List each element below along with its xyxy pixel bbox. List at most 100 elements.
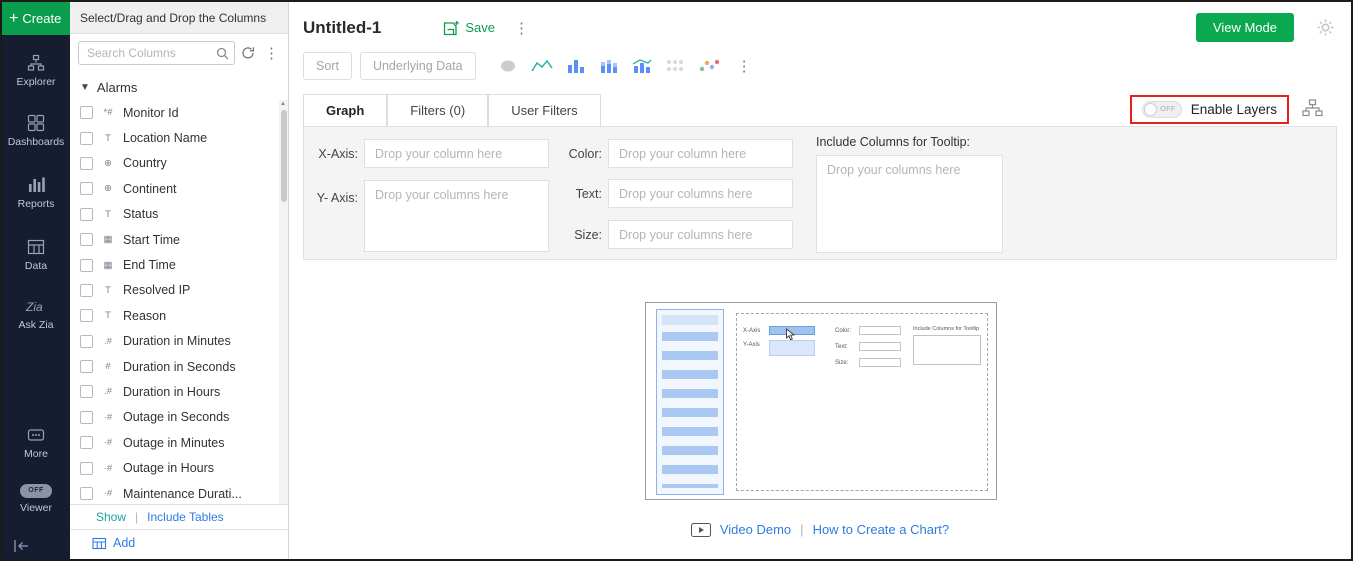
dashboards-icon xyxy=(27,114,45,132)
y-axis-dropzone[interactable] xyxy=(364,180,549,252)
column-row[interactable]: ·#Maintenance Durati... xyxy=(80,481,288,504)
column-type-icon: T xyxy=(100,310,116,321)
scrollbar-thumb[interactable] xyxy=(281,110,287,202)
refresh-icon[interactable] xyxy=(241,46,255,60)
column-type-icon: ·# xyxy=(100,463,116,474)
size-dropzone[interactable] xyxy=(608,220,793,249)
column-checkbox[interactable] xyxy=(80,284,93,297)
mini-tooltip-label: Include Columns for Tooltip xyxy=(913,326,979,332)
column-checkbox[interactable] xyxy=(80,360,93,373)
sidebar-item-dashboards[interactable]: Dashboards xyxy=(2,114,70,148)
chart-toolbar: Sort Underlying Data ⋮ xyxy=(289,44,1351,86)
bubble-grid-icon[interactable] xyxy=(665,58,685,74)
video-demo-link[interactable]: Video Demo xyxy=(720,522,791,537)
column-row[interactable]: ⊕Continent xyxy=(80,176,288,201)
line-chart-icon[interactable] xyxy=(531,58,553,74)
how-to-create-chart-link[interactable]: How to Create a Chart? xyxy=(813,522,950,537)
column-checkbox[interactable] xyxy=(80,132,93,145)
include-tables-link[interactable]: Include Tables xyxy=(147,510,224,524)
column-row[interactable]: ·#Outage in Minutes xyxy=(80,430,288,455)
column-list: *#Monitor Id TLocation Name ⊕Country ⊕Co… xyxy=(70,100,288,504)
more-icon xyxy=(27,426,45,444)
collapse-sidebar-icon[interactable] xyxy=(12,538,30,559)
bar-chart-icon[interactable] xyxy=(566,58,586,74)
column-checkbox[interactable] xyxy=(80,411,93,424)
enable-layers-highlight: OFF Enable Layers xyxy=(1130,95,1289,124)
column-list-scrollbar[interactable]: ▲ xyxy=(279,100,288,504)
scroll-up-icon[interactable]: ▲ xyxy=(280,101,286,107)
add-link[interactable]: Add xyxy=(113,536,135,550)
hierarchy-view-icon[interactable] xyxy=(1302,99,1323,122)
column-checkbox[interactable] xyxy=(80,106,93,119)
color-dropzone[interactable] xyxy=(608,139,793,168)
column-row[interactable]: ▦Start Time xyxy=(80,227,288,252)
column-row[interactable]: ·#Outage in Seconds xyxy=(80,405,288,430)
column-row[interactable]: .#Duration in Hours xyxy=(80,379,288,404)
save-button[interactable]: Save xyxy=(443,20,495,36)
column-checkbox[interactable] xyxy=(80,182,93,195)
tooltip-dropzone[interactable] xyxy=(816,155,1003,253)
toggle-state-label: OFF xyxy=(1160,106,1176,113)
view-mode-button[interactable]: View Mode xyxy=(1196,13,1294,42)
chart-builder-illustration: X-Axis Y-Axis Color: Text: Size: Include… xyxy=(645,302,997,500)
column-checkbox[interactable] xyxy=(80,309,93,322)
x-axis-dropzone[interactable] xyxy=(364,139,549,168)
column-row[interactable]: ▦End Time xyxy=(80,252,288,277)
enable-layers-toggle[interactable]: OFF xyxy=(1142,101,1182,118)
sidebar-item-reports[interactable]: Reports xyxy=(2,176,70,210)
column-row[interactable]: TLocation Name xyxy=(80,125,288,150)
column-type-icon: T xyxy=(100,285,116,296)
tab-graph[interactable]: Graph xyxy=(303,94,387,126)
page-title[interactable]: Untitled-1 xyxy=(303,18,381,38)
column-checkbox[interactable] xyxy=(80,335,93,348)
column-checkbox[interactable] xyxy=(80,487,93,500)
create-button[interactable]: + Create xyxy=(2,2,70,35)
column-checkbox[interactable] xyxy=(80,436,93,449)
viewer-toggle-icon[interactable]: OFF xyxy=(20,484,52,498)
underlying-data-button[interactable]: Underlying Data xyxy=(360,52,476,80)
video-icon[interactable] xyxy=(691,523,711,537)
column-row[interactable]: ⊕Country xyxy=(80,151,288,176)
mini-y-axis-label: Y-Axis xyxy=(743,342,760,348)
x-axis-label: X-Axis: xyxy=(304,147,358,161)
svg-text:Zia: Zia xyxy=(25,300,43,314)
sidebar-item-explorer[interactable]: Explorer xyxy=(2,54,70,88)
sort-button[interactable]: Sort xyxy=(303,52,352,80)
column-checkbox[interactable] xyxy=(80,462,93,475)
text-dropzone[interactable] xyxy=(608,179,793,208)
table-group-alarms[interactable]: ▼ Alarms xyxy=(70,72,288,100)
columns-menu-kebab-icon[interactable]: ⋮ xyxy=(261,44,282,62)
column-checkbox[interactable] xyxy=(80,385,93,398)
add-row[interactable]: Add xyxy=(70,529,288,559)
tab-user-filters[interactable]: User Filters xyxy=(488,94,600,126)
sidebar-item-viewer[interactable]: OFF Viewer xyxy=(2,484,70,514)
column-checkbox[interactable] xyxy=(80,259,93,272)
show-link[interactable]: Show xyxy=(96,510,126,524)
column-row[interactable]: *#Monitor Id xyxy=(80,100,288,125)
column-row[interactable]: .#Duration in Minutes xyxy=(80,329,288,354)
combo-chart-icon[interactable] xyxy=(632,58,652,74)
column-row[interactable]: TReason xyxy=(80,303,288,328)
scatter-chart-icon[interactable] xyxy=(698,58,720,74)
column-row[interactable]: ·#Outage in Hours xyxy=(80,455,288,480)
sidebar-item-more[interactable]: More xyxy=(2,426,70,460)
column-checkbox[interactable] xyxy=(80,157,93,170)
column-checkbox[interactable] xyxy=(80,208,93,221)
search-input[interactable] xyxy=(79,42,234,64)
column-type-icon: T xyxy=(100,133,116,144)
search-box xyxy=(78,41,235,65)
tab-filters[interactable]: Filters (0) xyxy=(387,94,488,126)
bubble-chart-icon[interactable] xyxy=(498,58,518,74)
toolbar-kebab-icon[interactable]: ⋮ xyxy=(734,57,755,75)
sidebar-item-data[interactable]: Data xyxy=(2,238,70,272)
sidebar-item-ask-zia[interactable]: Zia Ask Zia xyxy=(2,298,70,331)
title-kebab-icon[interactable]: ⋮ xyxy=(511,19,532,37)
column-row[interactable]: #Duration in Seconds xyxy=(80,354,288,379)
app-window: + Create Explorer Dashboards Reports Dat… xyxy=(0,0,1353,561)
column-row[interactable]: TStatus xyxy=(80,202,288,227)
column-row[interactable]: TResolved IP xyxy=(80,278,288,303)
column-checkbox[interactable] xyxy=(80,233,93,246)
stacked-bar-chart-icon[interactable] xyxy=(599,58,619,74)
settings-gear-icon[interactable] xyxy=(1316,18,1335,37)
text-label: Text: xyxy=(556,187,602,201)
